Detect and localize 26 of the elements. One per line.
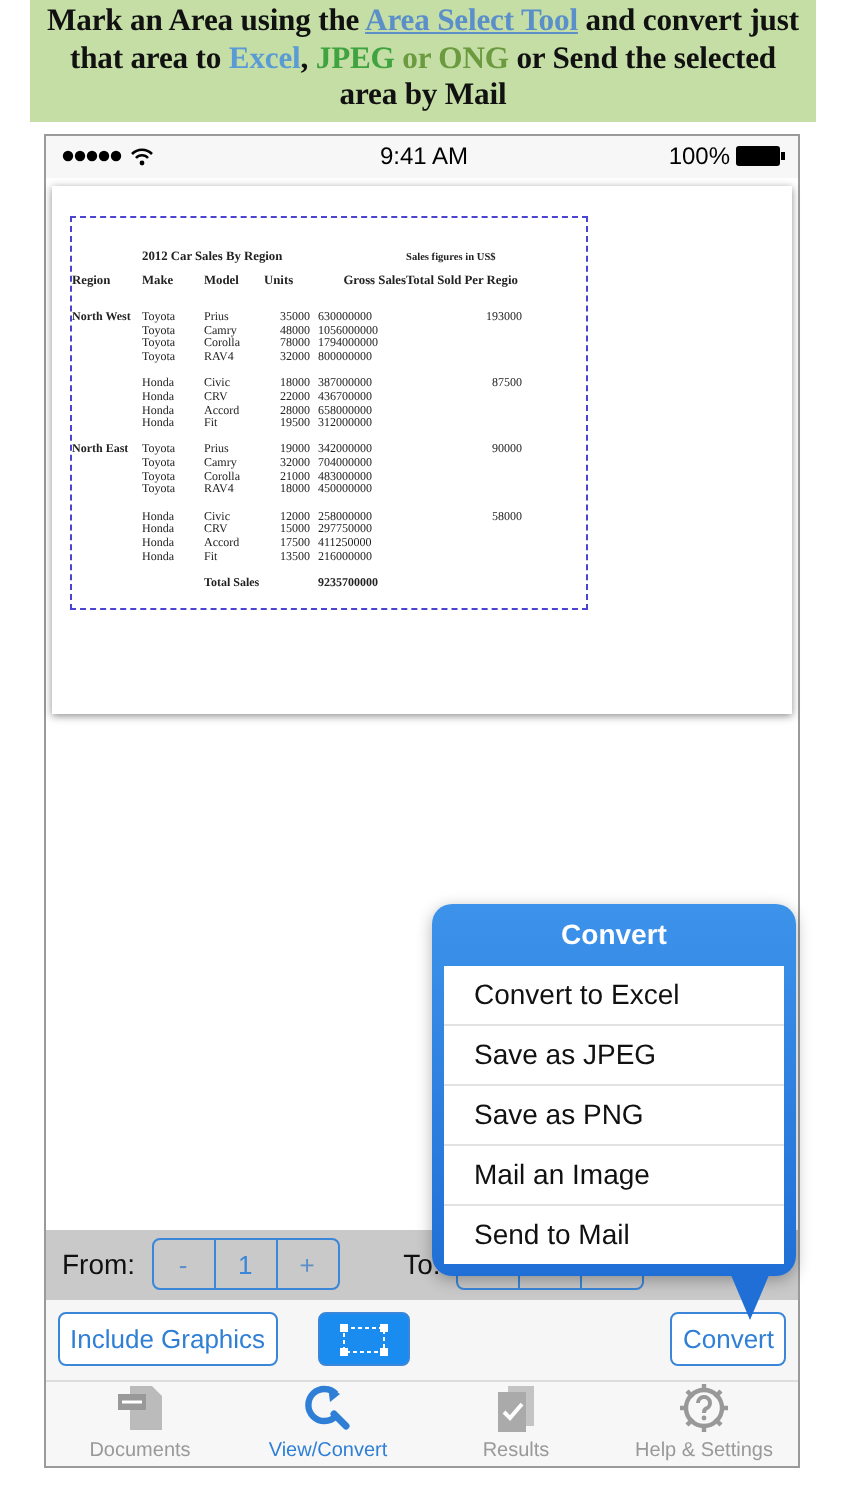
include-graphics-button[interactable]: Include Graphics [58, 1312, 278, 1366]
signal-strength-icon [62, 150, 122, 162]
area-select-tool-link[interactable]: Area Select Tool [365, 4, 578, 38]
refresh-magnifier-icon [302, 1381, 354, 1433]
battery-percentage: 100% [668, 142, 731, 170]
wifi-icon [130, 147, 154, 165]
tab-bar-item[interactable]: Help & Settings [610, 1381, 798, 1465]
battery-icon [736, 146, 787, 166]
tab-bar-item[interactable]: View/Convert [234, 1381, 422, 1465]
from-page-stepper[interactable]: - 1 + [151, 1238, 340, 1290]
popover-title: Convert [561, 918, 667, 950]
from-label: From: [62, 1248, 136, 1280]
menu-item[interactable]: Send to Mail [444, 1205, 784, 1263]
menu-item[interactable]: Save as PNG [444, 1085, 784, 1145]
menu-item[interactable]: Convert to Excel [444, 965, 784, 1025]
menu-item[interactable]: Mail an Image [444, 1145, 784, 1205]
tab-bar-item[interactable]: Documents [46, 1381, 234, 1465]
selection-rectangle-icon [337, 1321, 390, 1357]
status-time: 9:41 AM [379, 142, 469, 170]
banner-caption: Mark an Area using the Area Select Tool and convert just that area to Excel, JPEG or ONG or Send the selected area by Mail [45, 4, 801, 115]
menu-item[interactable]: Save as JPEG [444, 1025, 784, 1085]
convert-button[interactable]: Convert [670, 1312, 786, 1366]
area-selection-frame[interactable] [70, 215, 588, 609]
tab-bar-item[interactable]: Results [422, 1381, 610, 1465]
area-select-button[interactable] [317, 1312, 410, 1366]
gear-question-icon [678, 1381, 730, 1433]
